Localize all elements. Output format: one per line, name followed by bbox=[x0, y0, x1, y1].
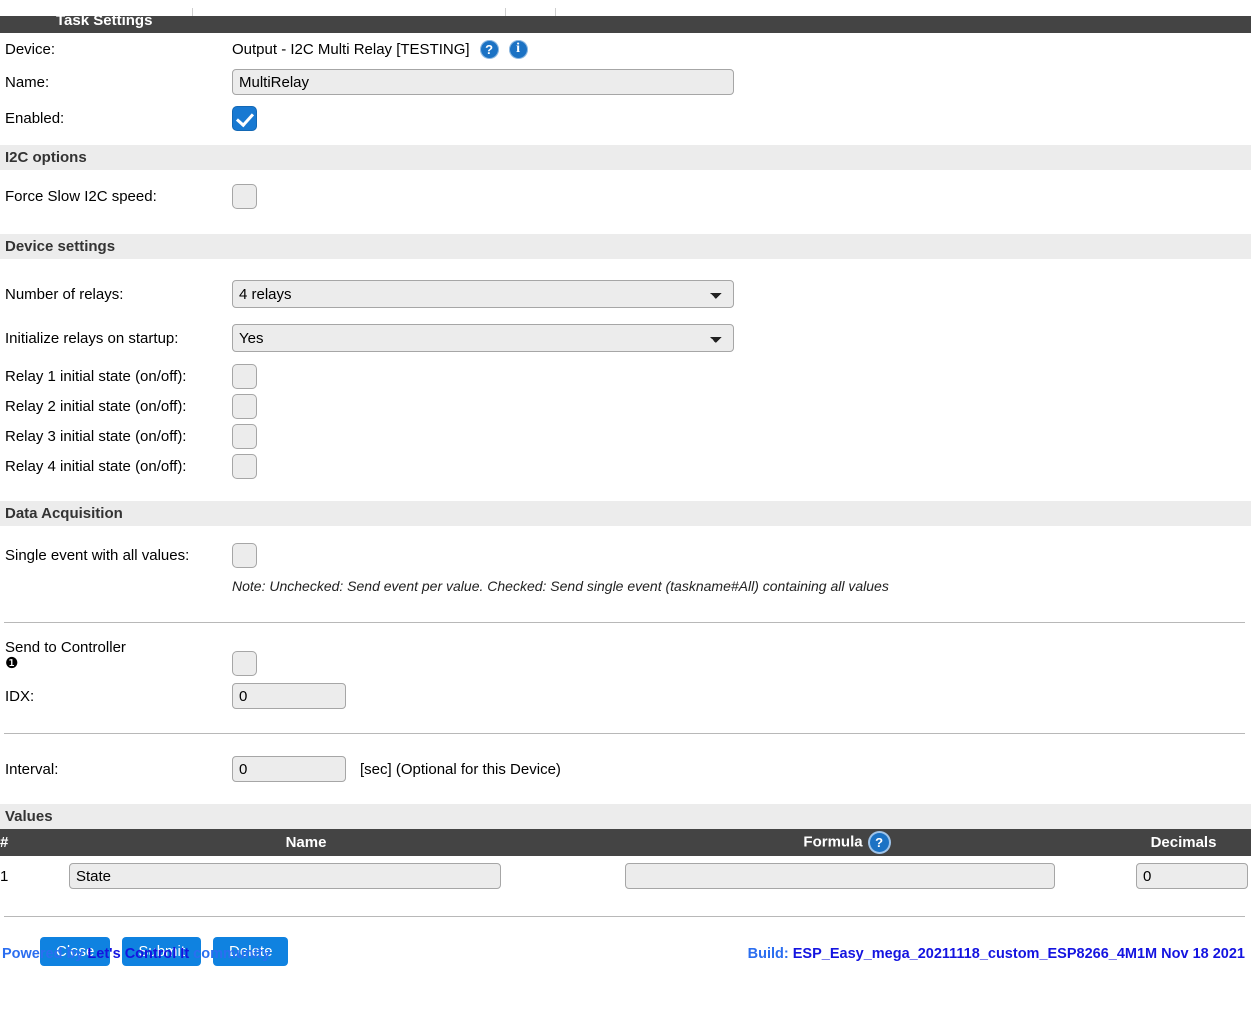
section-device-settings: Device settings bbox=[0, 234, 1251, 259]
number-of-relays-select[interactable]: 4 relays bbox=[232, 280, 734, 308]
force-slow-i2c-checkbox[interactable] bbox=[232, 183, 257, 209]
values-table-header-row: # Name Formula? Decimals bbox=[0, 829, 1251, 856]
idx-label: IDX: bbox=[5, 687, 35, 705]
build-info: Build: ESP_Easy_mega_20211118_custom_ESP… bbox=[748, 946, 1245, 962]
send-to-controller-checkbox[interactable] bbox=[232, 651, 257, 676]
section-data-acquisition: Data Acquisition bbox=[0, 501, 1251, 526]
powered-by-text: Powered by Let's Control It community bbox=[2, 946, 271, 962]
device-label: Device: bbox=[5, 40, 56, 58]
table-row: 1 bbox=[0, 856, 1251, 896]
relay-1-row: Relay 1 initial state (on/off): bbox=[0, 361, 1251, 391]
controller-index-marker-icon: ❶ bbox=[5, 655, 19, 672]
relay-2-checkbox[interactable] bbox=[232, 393, 257, 419]
interval-label: Interval: bbox=[5, 760, 59, 778]
relay-1-checkbox[interactable] bbox=[232, 363, 257, 389]
build-label: Build: bbox=[747, 946, 793, 963]
task-name-input[interactable] bbox=[232, 69, 734, 95]
page-footer: Powered by Let's Control It community Bu… bbox=[0, 946, 1251, 962]
question-mark-icon[interactable]: ? bbox=[479, 39, 499, 59]
values-col-formula: Formula? bbox=[576, 829, 1116, 856]
device-value: Output - I2C Multi Relay [TESTING] bbox=[232, 40, 470, 58]
device-row: Device: Output - I2C Multi Relay [TESTIN… bbox=[0, 33, 1251, 65]
relay-4-row: Relay 4 initial state (on/off): bbox=[0, 451, 1251, 481]
relay-4-checkbox[interactable] bbox=[232, 453, 257, 479]
send-to-controller-label-wrap: Send to Controller ❶ bbox=[5, 637, 232, 672]
info-icon[interactable]: i bbox=[508, 39, 528, 59]
lets-control-it-link[interactable]: Let's Control It bbox=[87, 946, 189, 962]
powered-by-prefix: Powered by bbox=[2, 946, 88, 963]
value-decimals-input[interactable] bbox=[1136, 863, 1248, 889]
relay-3-checkbox[interactable] bbox=[232, 423, 257, 449]
relay-2-label: Relay 2 initial state (on/off): bbox=[5, 397, 187, 415]
initialize-relays-label: Initialize relays on startup: bbox=[5, 329, 179, 347]
values-col-index: # bbox=[0, 829, 36, 856]
enabled-row: Enabled: bbox=[0, 99, 1251, 137]
idx-row: IDX: bbox=[0, 679, 1251, 713]
values-col-formula-label: Formula bbox=[803, 833, 863, 851]
task-settings-page: Task Settings Device: Output - I2C Multi… bbox=[0, 8, 1251, 967]
initialize-relays-select[interactable]: Yes bbox=[232, 324, 734, 352]
number-of-relays-row: Number of relays: 4 relays bbox=[0, 279, 1251, 309]
top-cutoff-borders bbox=[0, 8, 1251, 16]
build-value: ESP_Easy_mega_20211118_custom_ESP8266_4M… bbox=[792, 946, 1245, 963]
relay-3-label: Relay 3 initial state (on/off): bbox=[5, 427, 187, 445]
value-row-name-cell bbox=[36, 856, 576, 896]
value-name-input[interactable] bbox=[69, 863, 501, 889]
force-slow-i2c-row: Force Slow I2C speed: bbox=[0, 178, 1251, 214]
idx-input[interactable] bbox=[232, 683, 346, 709]
interval-row: Interval: [sec] (Optional for this Devic… bbox=[0, 754, 1251, 784]
interval-input[interactable] bbox=[232, 756, 346, 782]
name-label: Name: bbox=[5, 73, 50, 91]
values-table: # Name Formula? Decimals 1 bbox=[0, 829, 1251, 896]
interval-suffix: [sec] (Optional for this Device) bbox=[360, 760, 561, 778]
single-event-checkbox[interactable] bbox=[232, 542, 257, 568]
number-of-relays-label: Number of relays: bbox=[5, 285, 124, 303]
value-row-decimals-cell bbox=[1116, 856, 1251, 896]
value-formula-input[interactable] bbox=[625, 863, 1055, 889]
relay-4-label: Relay 4 initial state (on/off): bbox=[5, 457, 187, 475]
values-col-decimals: Decimals bbox=[1116, 829, 1251, 856]
force-slow-i2c-label: Force Slow I2C speed: bbox=[5, 187, 157, 205]
single-event-label: Single event with all values: bbox=[5, 546, 190, 564]
send-to-controller-row: Send to Controller ❶ bbox=[0, 637, 1251, 679]
single-event-row: Single event with all values: bbox=[0, 540, 1251, 570]
powered-by-suffix: community bbox=[189, 946, 271, 963]
values-col-name: Name bbox=[36, 829, 576, 856]
send-to-controller-label: Send to Controller bbox=[5, 639, 126, 656]
single-event-note-row: Note: Unchecked: Send event per value. C… bbox=[0, 570, 1251, 602]
initialize-relays-row: Initialize relays on startup: Yes bbox=[0, 323, 1251, 353]
value-row-formula-cell bbox=[576, 856, 1116, 896]
relay-1-label: Relay 1 initial state (on/off): bbox=[5, 367, 187, 385]
relay-3-row: Relay 3 initial state (on/off): bbox=[0, 421, 1251, 451]
relay-2-row: Relay 2 initial state (on/off): bbox=[0, 391, 1251, 421]
question-mark-icon[interactable]: ? bbox=[869, 833, 889, 852]
single-event-note: Note: Unchecked: Send event per value. C… bbox=[232, 578, 889, 594]
section-i2c-options: I2C options bbox=[0, 145, 1251, 170]
section-values: Values bbox=[0, 804, 1251, 829]
enabled-label: Enabled: bbox=[5, 109, 65, 127]
enabled-checkbox[interactable] bbox=[232, 105, 257, 131]
value-row-index: 1 bbox=[0, 867, 9, 885]
name-row: Name: bbox=[0, 65, 1251, 99]
